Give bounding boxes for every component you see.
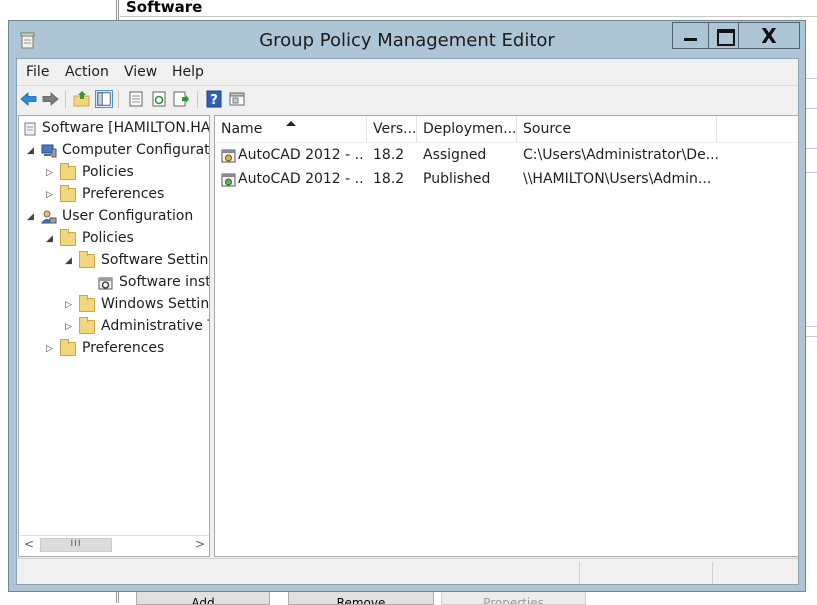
show-hide-tree-icon[interactable] <box>95 90 113 108</box>
column-header-version[interactable]: Vers... <box>367 116 417 142</box>
expanded-arrow-icon[interactable]: ◢ <box>27 207 37 227</box>
collapsed-arrow-icon[interactable]: ▷ <box>46 339 56 359</box>
menu-file[interactable]: File <box>26 64 49 80</box>
scrollbar-grip: III <box>70 539 82 549</box>
toolbar-separator <box>118 91 119 108</box>
cell-deployment: Published <box>423 171 491 187</box>
show-pane-icon[interactable] <box>228 90 246 108</box>
export-list-icon[interactable] <box>172 90 190 108</box>
folder-icon <box>60 229 76 246</box>
maximize-button[interactable] <box>708 22 739 49</box>
background-rule <box>805 148 817 149</box>
expanded-arrow-icon[interactable]: ◢ <box>65 251 75 271</box>
collapsed-arrow-icon[interactable]: ▷ <box>65 317 75 337</box>
gpme-window: Group Policy Management Editor X File Ac… <box>8 20 806 592</box>
background-rule <box>805 326 817 327</box>
status-bar <box>17 558 798 584</box>
cell-source: \\HAMILTON\Users\Admin... <box>523 171 712 187</box>
tree-item-label: Preferences <box>82 186 165 202</box>
up-folder-icon[interactable] <box>73 90 91 108</box>
collapsed-arrow-icon[interactable]: ▷ <box>46 185 56 205</box>
table-row[interactable]: AutoCAD 2012 - ... 18.2 Assigned C:\User… <box>215 144 798 168</box>
cell-version: 18.2 <box>373 147 405 163</box>
help-icon[interactable]: ? <box>205 90 223 108</box>
scrollbar-thumb[interactable]: III <box>40 538 112 552</box>
cell-version: 18.2 <box>373 171 405 187</box>
published-package-icon <box>221 173 236 187</box>
details-list[interactable]: Name Vers... Deploymen... Source AutoCAD… <box>214 115 799 557</box>
background-header-title: Software <box>126 0 203 16</box>
header-divider <box>215 142 798 143</box>
tree-item-label: Policies <box>82 230 134 246</box>
background-rule <box>805 78 817 79</box>
tree-item-label: Policies <box>82 164 134 180</box>
computer-icon <box>41 144 57 158</box>
column-header-name[interactable]: Name <box>215 116 367 142</box>
background-rule <box>805 172 817 173</box>
expanded-arrow-icon[interactable]: ◢ <box>27 141 37 161</box>
folder-icon <box>60 163 76 180</box>
tree-item-label: Software insta <box>119 274 210 290</box>
cell-name: AutoCAD 2012 - ... <box>238 147 364 163</box>
toolbar-separator <box>65 91 66 108</box>
client-area: File Action View Help ? Software [HAMILT… <box>16 58 799 585</box>
background-header: Software <box>120 0 817 17</box>
title-bar[interactable]: Group Policy Management Editor X <box>9 21 805 59</box>
tree-item-label: Software [HAMILTON.HA <box>42 120 210 136</box>
expanded-arrow-icon[interactable]: ◢ <box>46 229 56 249</box>
refresh-icon[interactable] <box>150 90 168 108</box>
minimize-button[interactable] <box>672 22 709 49</box>
software-installation-icon <box>98 277 113 290</box>
folder-icon <box>79 295 95 312</box>
collapsed-arrow-icon[interactable]: ▷ <box>65 295 75 315</box>
toolbar: ? <box>17 85 798 112</box>
tree-item-label: Windows Setting <box>101 296 210 312</box>
background-rule <box>805 108 817 109</box>
menu-bar: File Action View Help <box>17 59 798 84</box>
tree-pane[interactable]: Software [HAMILTON.HA ◢ Computer Configu… <box>18 115 210 557</box>
table-row[interactable]: AutoCAD 2012 - ... 18.2 Published \\HAMI… <box>215 168 798 192</box>
assigned-package-icon <box>221 149 236 163</box>
column-header-source[interactable]: Source <box>517 116 717 142</box>
menu-action[interactable]: Action <box>65 64 109 80</box>
background-rule <box>805 336 817 337</box>
gpo-scroll-icon <box>24 122 36 136</box>
cell-deployment: Assigned <box>423 147 487 163</box>
cell-name: AutoCAD 2012 - ... <box>238 171 364 187</box>
tree-item-label: User Configuration <box>62 208 194 224</box>
tree-item-software-installation[interactable]: Software insta <box>98 273 210 293</box>
back-arrow-icon[interactable] <box>20 90 38 108</box>
forward-arrow-icon[interactable] <box>41 90 59 108</box>
svg-text:?: ? <box>210 93 218 108</box>
cell-source: C:\Users\Administrator\De... <box>523 147 720 163</box>
column-header-deployment[interactable]: Deploymen... <box>417 116 517 142</box>
folder-icon <box>79 317 95 334</box>
menu-help[interactable]: Help <box>172 64 204 80</box>
menu-view[interactable]: View <box>124 64 157 80</box>
properties-icon[interactable] <box>127 90 145 108</box>
close-button[interactable]: X <box>738 22 800 49</box>
users-icon <box>41 210 57 224</box>
scroll-left-arrow-icon[interactable]: < <box>20 536 38 554</box>
close-icon: X <box>761 24 777 48</box>
toolbar-separator <box>197 91 198 108</box>
folder-icon <box>60 339 76 356</box>
folder-icon <box>79 251 95 268</box>
tree-item-label: Administrative T <box>101 318 210 334</box>
status-separator <box>579 562 580 584</box>
tree-item-label: Computer Configuratic <box>62 142 210 158</box>
sort-ascending-icon <box>286 121 296 126</box>
scroll-right-arrow-icon[interactable]: > <box>191 536 209 554</box>
tree-item-label: Preferences <box>82 340 165 356</box>
folder-icon <box>60 185 76 202</box>
tree-item-label: Software Setting <box>101 252 210 268</box>
tree-horizontal-scrollbar[interactable]: < III > <box>20 535 209 554</box>
status-separator <box>712 562 713 584</box>
column-header-label: Name <box>221 121 263 137</box>
collapsed-arrow-icon[interactable]: ▷ <box>46 163 56 183</box>
